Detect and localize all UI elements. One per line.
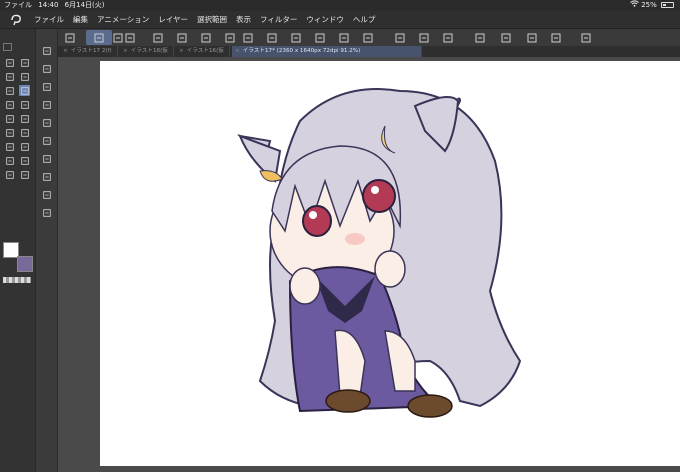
menu-item[interactable]: アニメーション <box>97 15 149 24</box>
pen-icon[interactable] <box>19 85 30 96</box>
crop-icon[interactable] <box>360 30 375 45</box>
tab-label: イラスト17* (2360 x 1640px 72dpi 91.2%) <box>242 48 361 54</box>
save-icon[interactable] <box>198 30 213 45</box>
menu-item[interactable]: ウィンドウ <box>306 15 344 24</box>
balloon-icon[interactable] <box>4 169 15 180</box>
chevron-updown-icon[interactable] <box>222 30 237 45</box>
tab-label: イラスト16(仮 <box>186 48 224 54</box>
sub-tool-icon[interactable] <box>41 63 52 74</box>
close-tab-icon[interactable]: × <box>235 48 240 54</box>
sub-tool-icon[interactable] <box>41 117 52 128</box>
menu-item[interactable]: ヘルプ <box>353 15 376 24</box>
color-panel <box>0 29 35 472</box>
brush-icon[interactable] <box>498 30 513 45</box>
gradient-icon[interactable] <box>4 141 15 152</box>
layer-icon[interactable] <box>416 30 431 45</box>
transform-icon[interactable] <box>312 30 327 45</box>
sub-tool-icon[interactable] <box>41 207 52 218</box>
canvas-paper[interactable] <box>100 61 680 466</box>
layer-icon[interactable] <box>440 30 455 45</box>
shape-icon[interactable] <box>19 141 30 152</box>
lasso-icon[interactable] <box>4 71 15 82</box>
close-tab-icon[interactable]: × <box>123 48 128 54</box>
tab-label: イラスト18(仮 <box>130 48 168 54</box>
canvas-tab[interactable]: × イラスト16(仮 <box>176 46 230 57</box>
menu-bar: ファイル 編集 アニメーション レイヤー 選択範囲 表示 フィルター ウィンドウ ヘルプ <box>0 11 680 29</box>
battery-percent: 25% <box>641 1 657 9</box>
layer-icon[interactable] <box>392 30 407 45</box>
canvas-tabs: × イラスト17 2(f) × イラスト18(仮 × イラスト16(仮 × イラスト17* (… <box>58 46 680 57</box>
search-icon[interactable] <box>4 57 15 68</box>
canvas-tab[interactable]: × イラスト18(仮 <box>120 46 174 57</box>
sliders-icon[interactable] <box>122 30 137 45</box>
canvas-area[interactable] <box>58 57 680 472</box>
eraser-icon[interactable] <box>19 113 30 124</box>
sub-color-swatch[interactable] <box>17 256 33 272</box>
stamp-icon[interactable] <box>4 113 15 124</box>
sub-tool-icon[interactable] <box>41 189 52 200</box>
transparent-color-swatch[interactable] <box>3 277 31 283</box>
fill-icon[interactable] <box>19 127 30 138</box>
status-app-menu: ファイル <box>4 1 32 9</box>
sub-tool-icon[interactable] <box>41 45 52 56</box>
command-bar <box>58 29 680 46</box>
pen-icon[interactable] <box>86 30 112 45</box>
ruler-icon[interactable] <box>4 155 15 166</box>
status-date: 6月14日(火) <box>64 1 105 9</box>
sub-tool-icon[interactable] <box>41 99 52 110</box>
menu-item[interactable]: 選択範囲 <box>197 15 227 24</box>
edit-icon[interactable] <box>578 30 593 45</box>
close-tab-icon[interactable]: × <box>179 48 184 54</box>
clip-studio-window: ファイル 14:40 6月14日(火) 25% ファイル 編集 アニメーション レイヤ… <box>0 0 680 472</box>
text-icon[interactable] <box>19 155 30 166</box>
menu-item[interactable]: フィルター <box>260 15 297 24</box>
app-logo-icon[interactable] <box>10 14 22 26</box>
sub-tool-icon[interactable] <box>41 153 52 164</box>
sub-tool-icon[interactable] <box>41 81 52 92</box>
undo-icon[interactable] <box>240 30 255 45</box>
fill-icon[interactable] <box>336 30 351 45</box>
blend-icon[interactable] <box>4 127 15 138</box>
redo-icon[interactable] <box>264 30 279 45</box>
canvas-tab[interactable]: × イラスト17 2(f) <box>60 46 118 57</box>
wifi-icon <box>630 0 641 9</box>
sub-tool-icon[interactable] <box>41 135 52 146</box>
sub-tool-icon[interactable] <box>41 171 52 182</box>
brush-icon[interactable] <box>524 30 539 45</box>
wand-icon[interactable] <box>19 71 30 82</box>
clear-icon[interactable] <box>288 30 303 45</box>
menu-item[interactable]: 編集 <box>73 15 88 24</box>
folder-icon[interactable] <box>174 30 189 45</box>
move-icon[interactable] <box>19 57 30 68</box>
pencil-icon[interactable] <box>4 99 15 110</box>
menu-item[interactable]: ファイル <box>34 15 64 24</box>
menu-item[interactable]: 表示 <box>236 15 251 24</box>
menu-item[interactable]: レイヤー <box>158 15 188 24</box>
status-time: 14:40 <box>38 1 59 9</box>
eyedropper-icon[interactable] <box>4 85 15 96</box>
device-icon[interactable] <box>548 30 563 45</box>
chibi-character-illustration <box>237 88 522 418</box>
brush-icon[interactable] <box>19 99 30 110</box>
canvas-tab[interactable]: × イラスト17* (2360 x 1640px 72dpi 91.2%) <box>232 46 422 57</box>
menu-icon[interactable] <box>62 30 77 45</box>
status-bar: ファイル 14:40 6月14日(火) 25% <box>0 0 680 11</box>
close-tab-icon[interactable]: × <box>63 48 68 54</box>
battery-icon <box>661 2 674 8</box>
tab-label: イラスト17 2(f) <box>70 48 112 54</box>
correct-icon[interactable] <box>19 169 30 180</box>
color-tab-icon[interactable] <box>3 43 12 51</box>
new-file-icon[interactable] <box>150 30 165 45</box>
menu-items: ファイル 編集 アニメーション レイヤー 選択範囲 表示 フィルター ウィンドウ ヘルプ <box>34 11 384 29</box>
brush-icon[interactable] <box>472 30 487 45</box>
tool-palette <box>35 29 58 472</box>
